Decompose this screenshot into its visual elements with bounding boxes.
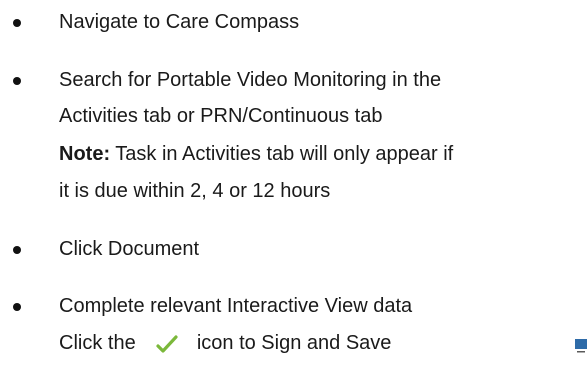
note-label: Note: <box>59 143 111 165</box>
sign-save-suffix: icon to Sign and Save <box>196 332 392 354</box>
bullet-icon <box>13 19 21 27</box>
sign-save-instruction: Click the icon to Sign and Save <box>59 331 391 355</box>
step-text: Click Document <box>59 238 200 260</box>
cropped-toolbar-icon <box>575 339 587 353</box>
note-text: Note: Task in Activities tab will only a… <box>59 142 453 166</box>
bullet-icon <box>13 303 21 311</box>
step-text: Search for Portable Video Monitoring in … <box>59 69 442 91</box>
note-text-continued: it is due within 2, 4 or 12 hours <box>59 180 331 202</box>
step-text: Navigate to Care Compass <box>59 11 300 33</box>
bullet-icon <box>13 246 21 254</box>
sign-save-prefix: Click the <box>59 332 136 354</box>
note-body: Task in Activities tab will only appear … <box>110 143 454 165</box>
checkmark-icon <box>156 335 178 353</box>
bullet-icon <box>13 77 21 85</box>
step-text: Complete relevant Interactive View data <box>59 295 413 317</box>
step-text-continued: Activities tab or PRN/Continuous tab <box>59 105 383 127</box>
